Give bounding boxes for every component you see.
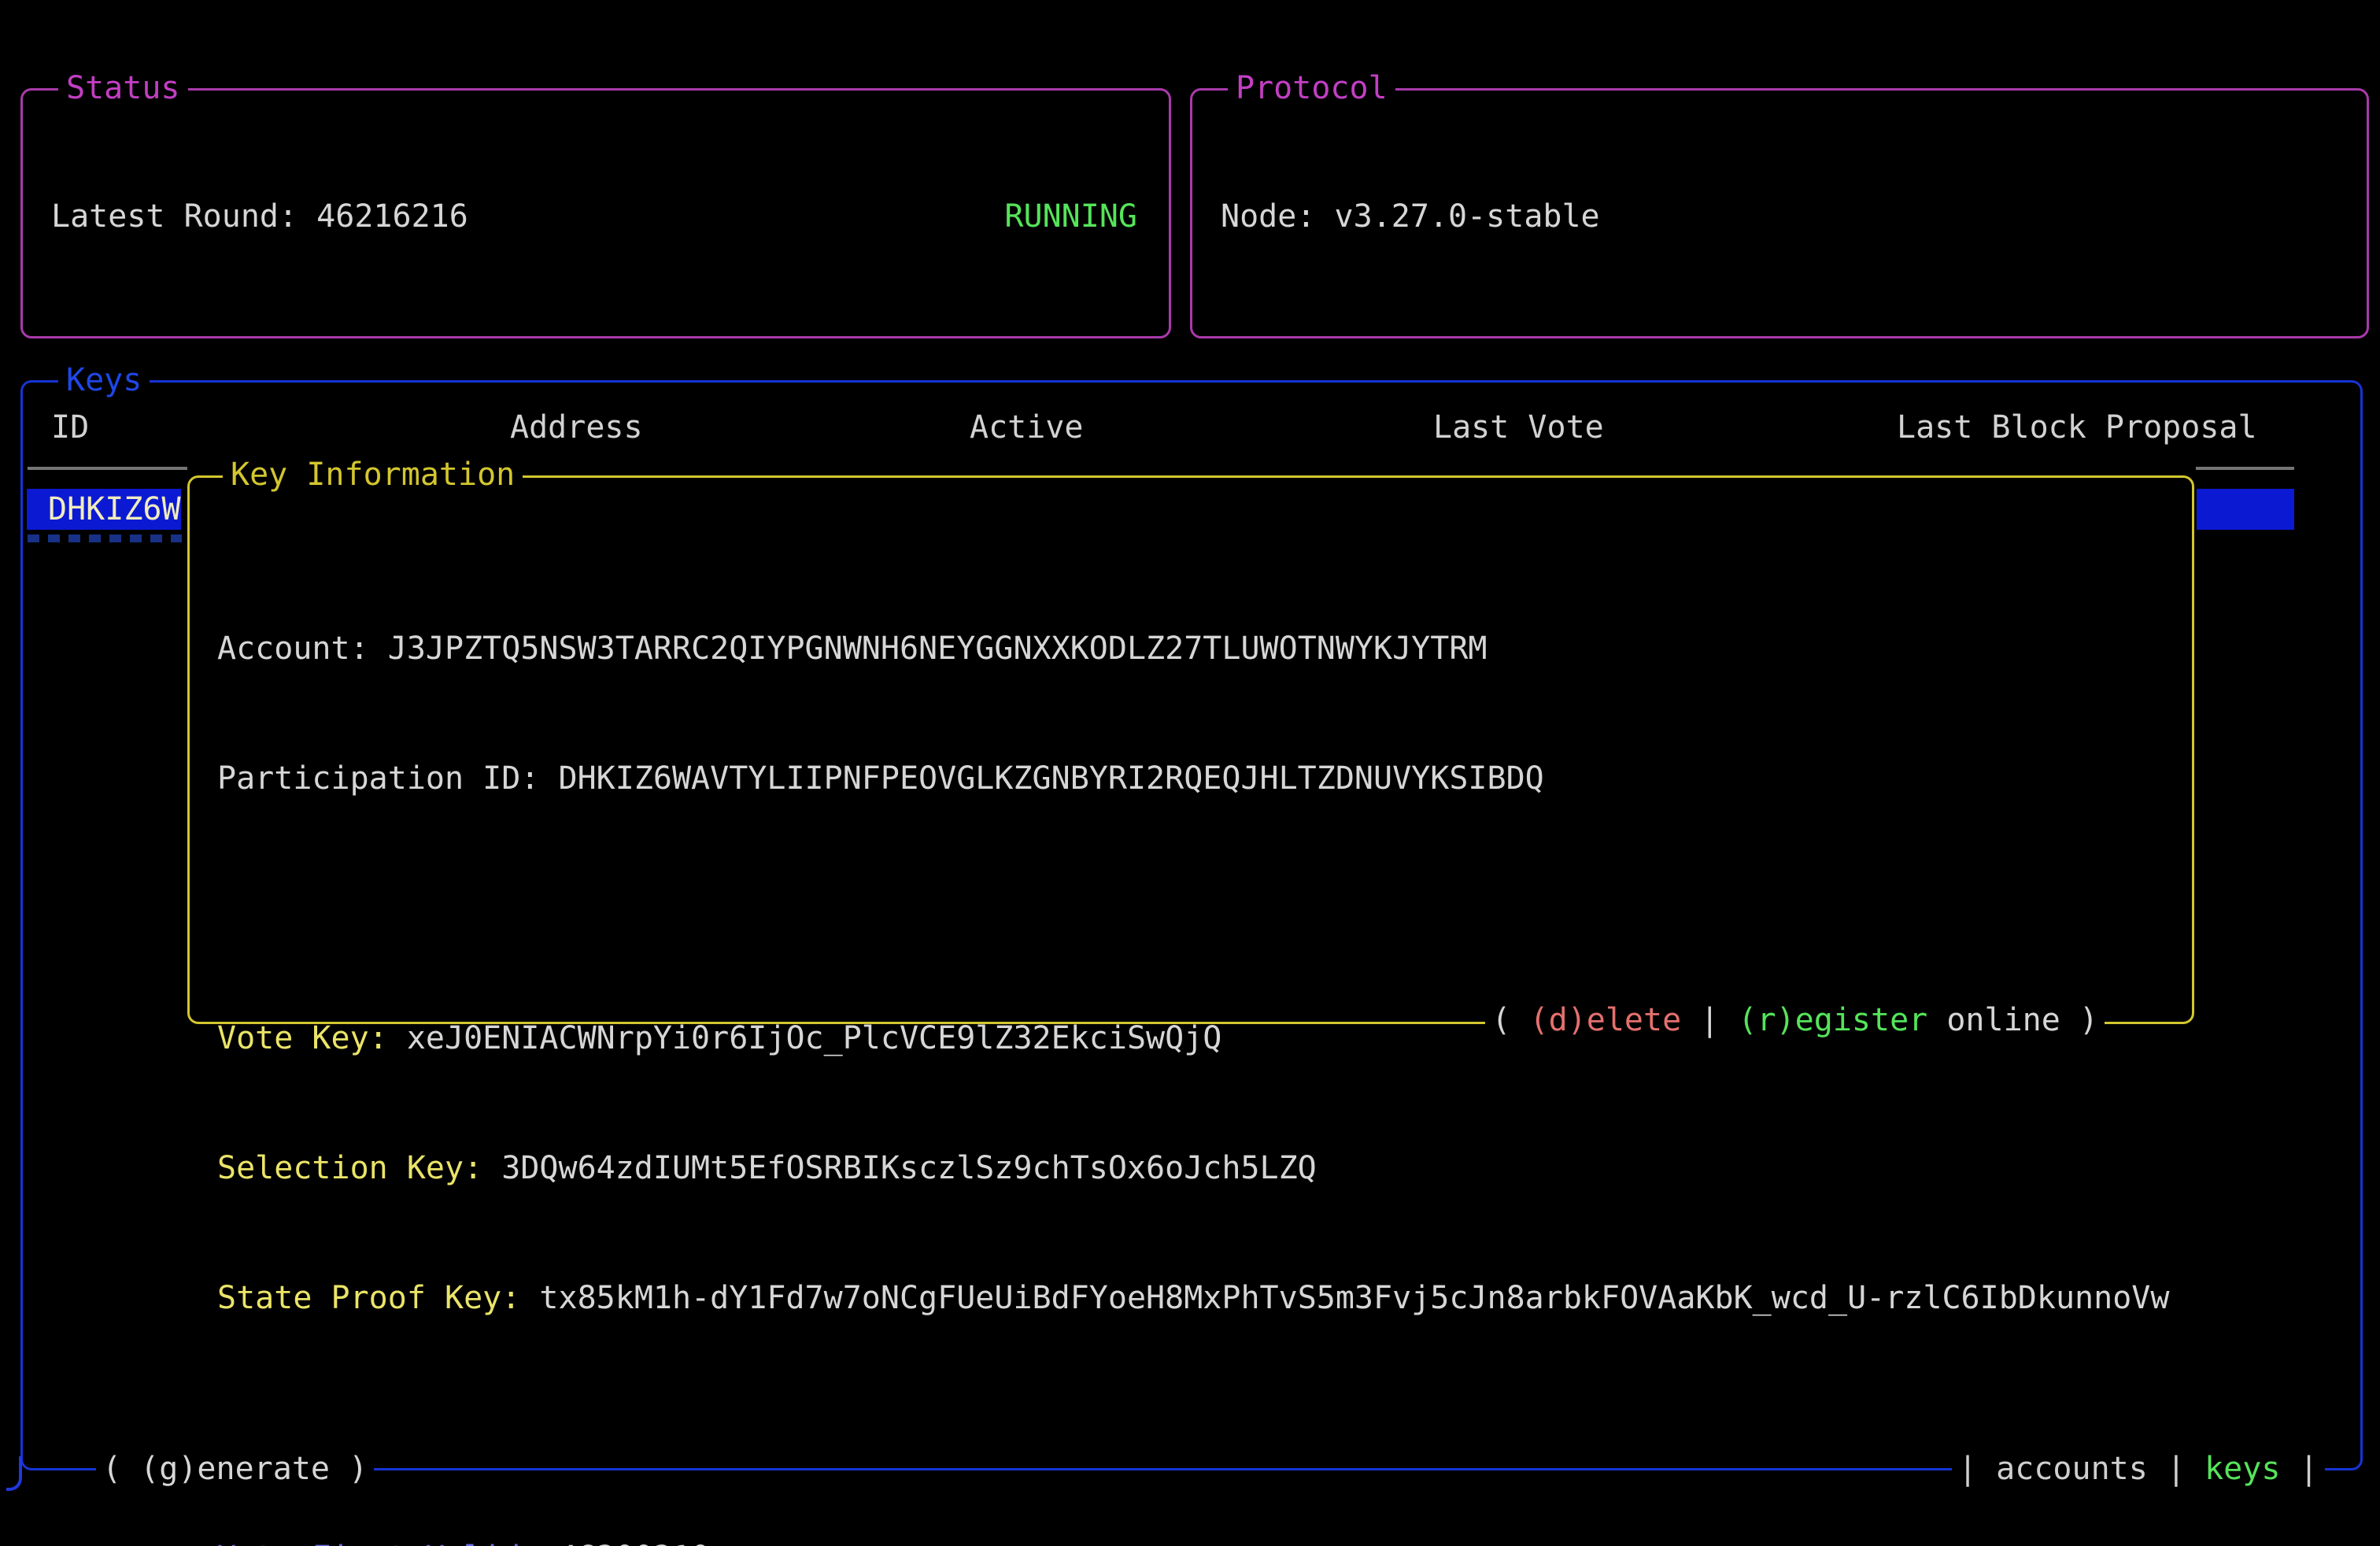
key-information-actions: ( (d)elete | (r)egister online ): [1485, 999, 2105, 1042]
table-row-selected[interactable]: DHKIZ6W: [27, 489, 181, 530]
account-line: Account: J3JPZTQ5NSW3TARRC2QIYPGNWNH6NEY…: [217, 627, 2190, 671]
actions-close-paren: online ): [1927, 1002, 2098, 1038]
tabs-pipe-right: |: [2280, 1451, 2318, 1487]
account-label: Account:: [217, 631, 388, 667]
participation-id-value: DHKIZ6WAVTYLIIPNFPEOVGLKZGNBYRI2RQEQJHLT…: [558, 760, 1543, 797]
blank-line-2: [217, 1407, 2190, 1450]
status-panel-title: Status: [58, 67, 188, 110]
tab-keys[interactable]: keys: [2204, 1451, 2280, 1487]
actions-open-paren: (: [1491, 1002, 1529, 1038]
delete-action[interactable]: (d)elete: [1530, 1002, 1682, 1038]
selected-row-id: DHKIZ6W: [27, 489, 181, 530]
clipped-row-remnant: [28, 534, 182, 542]
selection-key-value: 3DQw64zdIUMt5EfOSRBIKsczlSz9chTsOx6oJch5…: [501, 1150, 1317, 1186]
column-header-last-vote: Last Vote: [1433, 406, 1604, 449]
protocol-panel: Protocol Node: v3.27.0-stable Network: m…: [1190, 88, 2369, 338]
protocol-panel-title: Protocol: [1228, 67, 1395, 110]
key-information-modal: Key Information Account: J3JPZTQ5NSW3TAR…: [187, 453, 2196, 1044]
vote-key-value: xeJ0ENIACWNrpYi0r6IjOc_PlcVCE9lZ32EkciSw…: [407, 1020, 1222, 1056]
latest-round-value: 46216216: [316, 198, 468, 235]
selection-key-label: Selection Key:: [217, 1150, 501, 1186]
state-proof-key-label: State Proof Key:: [217, 1280, 539, 1316]
participation-id-line: Participation ID: DHKIZ6WAVTYLIIPNFPEOVG…: [217, 757, 2190, 801]
column-header-active: Active: [970, 406, 1084, 449]
column-header-address: Address: [510, 406, 643, 449]
table-row-selected-right-segment[interactable]: [2197, 489, 2294, 530]
status-row-blank: [51, 325, 1137, 368]
state-proof-key-line: State Proof Key: tx85kM1h-dY1Fd7w7oNCgFU…: [217, 1277, 2190, 1320]
account-value: J3JPZTQ5NSW3TARRC2QIYPGNWNH6NEYGGNXXKODL…: [388, 631, 1488, 667]
node-version-text: Node: v3.27.0-stable: [1221, 195, 1600, 239]
blank-line-1: [217, 887, 2190, 930]
column-header-id: ID: [51, 406, 89, 449]
keys-panel: Keys ID Address Active Last Vote Last Bl…: [20, 380, 2363, 1470]
actions-separator: |: [1681, 1002, 1738, 1038]
column-header-last-block-proposal: Last Block Proposal: [1897, 406, 2257, 449]
participation-id-label: Participation ID:: [217, 760, 558, 797]
vote-first-valid-value: 46200210: [558, 1540, 710, 1546]
register-action[interactable]: (r)egister: [1738, 1002, 1927, 1038]
vote-first-valid-label: Vote First Valid:: [217, 1540, 558, 1546]
keys-panel-title: Keys: [58, 359, 150, 402]
protocol-row-node: Node: v3.27.0-stable: [1221, 195, 2335, 239]
status-row-latest-round: Latest Round: 46216216 RUNNING: [51, 195, 1137, 239]
vote-key-label: Vote Key:: [217, 1020, 407, 1056]
key-information-title: Key Information: [223, 453, 523, 497]
node-state-badge: RUNNING: [1004, 195, 1137, 239]
status-panel: Status Latest Round: 46216216 RUNNING --…: [20, 88, 1171, 338]
latest-round-label: Latest Round:: [51, 198, 316, 235]
stray-border-corner-glyph: [6, 1456, 22, 1491]
selection-key-line: Selection Key: 3DQw64zdIUMt5EfOSRBIKsczl…: [217, 1147, 2190, 1190]
vote-first-valid-line: Vote First Valid: 46200210: [217, 1537, 2190, 1546]
terminal-screen: Status Latest Round: 46216216 RUNNING --…: [0, 0, 2380, 1546]
state-proof-key-value: tx85kM1h-dY1Fd7w7oNCgFUeUiBdFYoeH8MxPhTv…: [539, 1280, 2169, 1316]
protocol-row-blank1: [1221, 325, 2335, 368]
